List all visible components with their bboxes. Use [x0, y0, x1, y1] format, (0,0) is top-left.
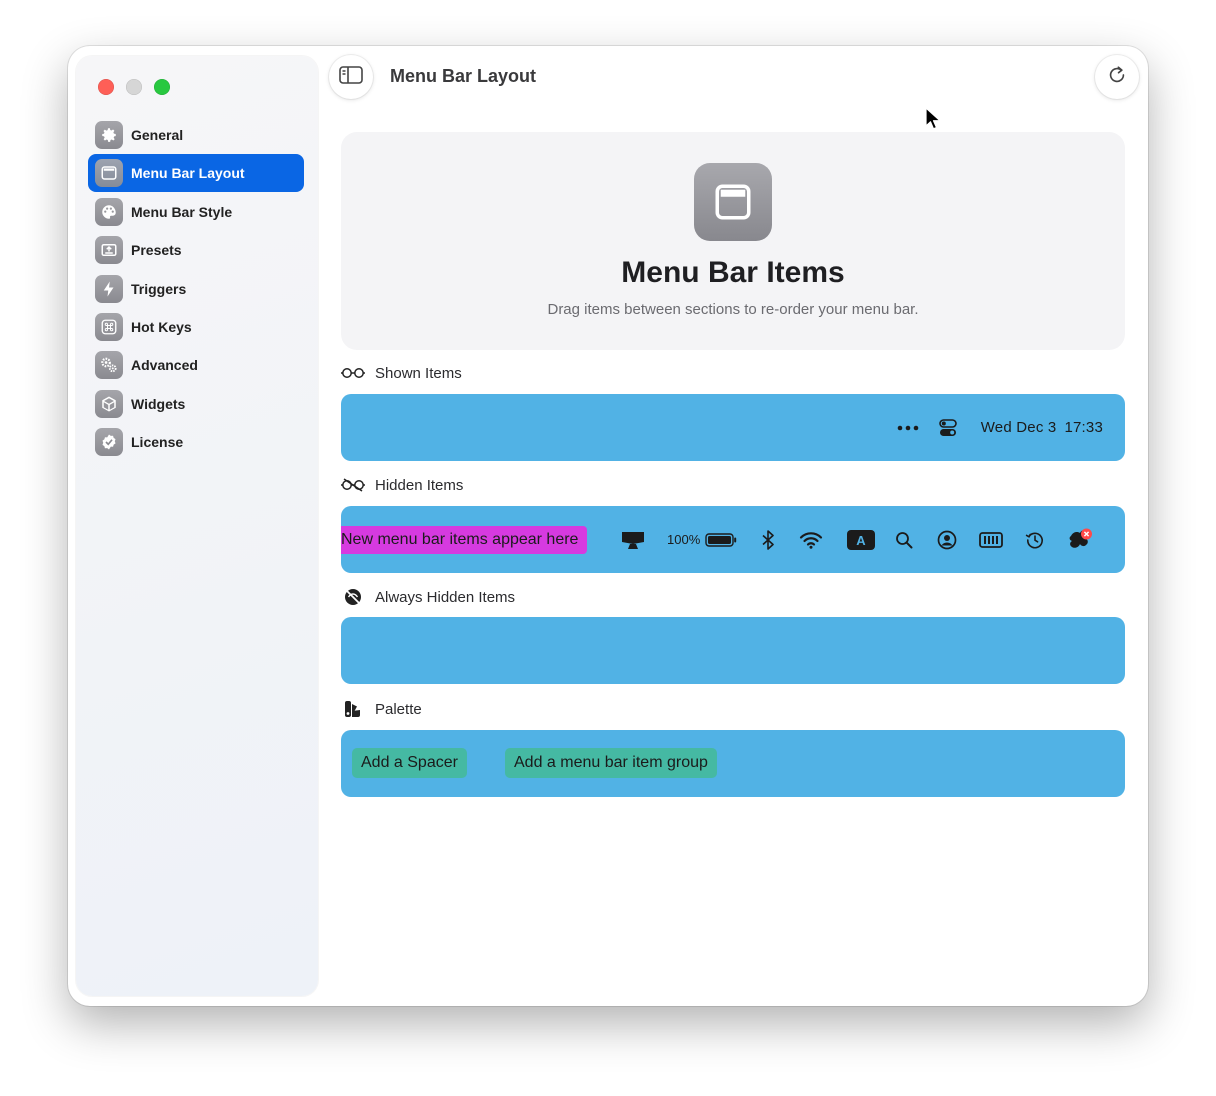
wifi-icon[interactable] [799, 531, 823, 549]
search-icon[interactable] [895, 531, 913, 549]
bolt-icon [95, 274, 123, 303]
add-spacer-button[interactable]: Add a Spacer [352, 748, 467, 778]
control-center-icon[interactable] [938, 418, 957, 437]
hidden-items-row: 100% A [621, 506, 1093, 573]
mouse-cursor-icon [925, 107, 941, 136]
section-label-shown: Shown Items [341, 364, 462, 382]
sidebar-item-label: General [131, 127, 184, 143]
sidebar-item-triggers[interactable]: Triggers [88, 270, 304, 308]
gear-icon [95, 121, 123, 149]
presets-icon [95, 236, 123, 265]
sidebar-item-label: Presets [131, 242, 182, 259]
palette-section: Add a Spacer Add a menu bar item group [341, 730, 1125, 797]
new-items-marker[interactable]: New menu bar items appear here [341, 526, 588, 554]
clock-item[interactable]: Wed Dec 3 17:33 [981, 419, 1103, 436]
sidebar-toggle-button[interactable] [329, 55, 373, 99]
battery-icon[interactable] [705, 532, 737, 547]
sidebar-item-presets[interactable]: Presets [88, 231, 304, 269]
minimize-window-button[interactable] [126, 79, 142, 95]
ellipsis-icon[interactable] [897, 425, 919, 431]
sidebar-nav: General Menu Bar Layout Menu Bar Style P… [88, 116, 304, 462]
header-card: Menu Bar Items Drag items between sectio… [341, 132, 1125, 350]
sidebar-item-label: Triggers [131, 280, 187, 297]
cube-icon [95, 389, 123, 418]
sidebar-item-label: License [131, 434, 184, 451]
sidebar-item-license[interactable]: License [88, 423, 304, 461]
section-label-hidden: Hidden Items [341, 476, 463, 494]
section-label-text: Always Hidden Items [375, 588, 516, 606]
eyeglasses-icon [341, 364, 365, 382]
battery-percent: 100% [667, 532, 701, 547]
sidebar: General Menu Bar Layout Menu Bar Style P… [76, 56, 318, 996]
hero-title: Menu Bar Items [621, 256, 845, 289]
refresh-icon [1106, 64, 1128, 91]
user-account-icon[interactable] [937, 530, 957, 550]
command-key-icon [95, 312, 123, 341]
palette-icon [95, 197, 123, 226]
menubar-window-icon [694, 163, 772, 241]
settings-window: General Menu Bar Layout Menu Bar Style P… [68, 46, 1148, 1006]
sidebar-item-label: Advanced [131, 357, 198, 374]
sidebar-item-widgets[interactable]: Widgets [88, 385, 304, 423]
input-source-icon[interactable]: A [847, 529, 876, 550]
gears-icon [95, 351, 123, 380]
hero-subtitle: Drag items between sections to re-order … [547, 301, 919, 318]
sidebar-item-menu-bar-style[interactable]: Menu Bar Style [88, 193, 304, 231]
checkmark-seal-icon [95, 428, 123, 457]
sidebar-item-label: Widgets [131, 395, 186, 412]
refresh-button[interactable] [1095, 55, 1139, 99]
display-icon[interactable] [621, 530, 645, 550]
input-source-letter: A [857, 533, 867, 548]
time-machine-icon[interactable] [1025, 530, 1045, 550]
eyeglasses-slash-icon [341, 476, 365, 494]
section-label-palette: Palette [341, 700, 422, 718]
sidebar-item-general[interactable]: General [88, 116, 304, 154]
section-label-text: Palette [375, 700, 422, 718]
swatch-palette-icon [341, 700, 365, 718]
menubar-window-icon [95, 159, 123, 188]
eye-slash-circle-icon [341, 588, 365, 606]
clock-time: 17:33 [1064, 419, 1103, 436]
close-window-button[interactable] [98, 79, 114, 95]
zoom-window-button[interactable] [154, 79, 170, 95]
section-label-text: Shown Items [375, 364, 462, 382]
sidebar-item-menu-bar-layout[interactable]: Menu Bar Layout [88, 154, 304, 193]
sidebar-item-label: Menu Bar Style [131, 203, 233, 220]
bluetooth-icon[interactable] [761, 529, 775, 550]
shown-items-row: Wed Dec 3 17:33 [897, 394, 1103, 461]
app-badge-icon[interactable] [1067, 528, 1093, 552]
page-title: Menu Bar Layout [390, 66, 537, 86]
shown-items-section[interactable]: Wed Dec 3 17:33 [341, 394, 1125, 461]
section-label-text: Hidden Items [375, 476, 464, 494]
add-group-button[interactable]: Add a menu bar item group [505, 748, 717, 778]
sidebar-item-hot-keys[interactable]: Hot Keys [88, 308, 304, 346]
sidebar-item-advanced[interactable]: Advanced [88, 346, 304, 384]
hidden-items-section[interactable]: New menu bar items appear here 100% A [341, 506, 1125, 573]
memory-icon[interactable] [979, 531, 1004, 549]
sidebar-left-icon [339, 65, 363, 90]
sidebar-item-label: Hot Keys [131, 318, 192, 335]
section-label-always-hidden: Always Hidden Items [341, 588, 515, 606]
sidebar-item-label: Menu Bar Layout [131, 165, 245, 182]
clock-date: Wed Dec 3 [980, 419, 1057, 436]
always-hidden-items-section[interactable] [341, 617, 1125, 684]
